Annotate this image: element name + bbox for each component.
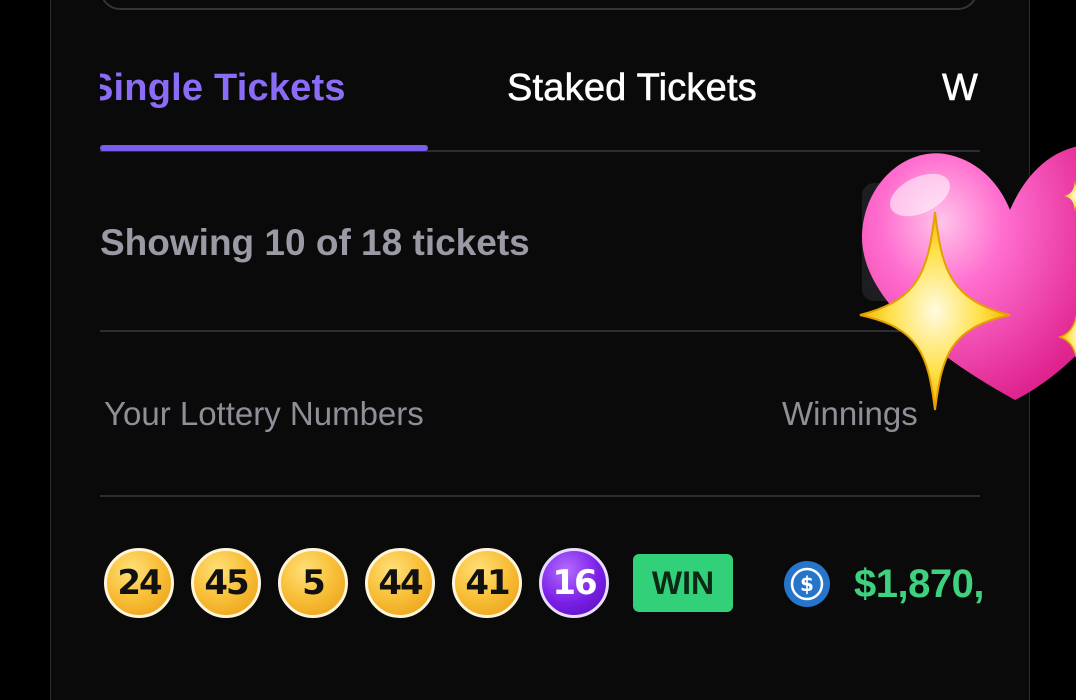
power-ball: 16 [539,548,609,618]
divider [100,495,980,497]
divider [100,330,980,332]
active-tab-indicator [100,145,428,151]
filter-button[interactable] [862,183,992,301]
lottery-ball: 5 [278,548,348,618]
top-input-field[interactable] [100,0,978,10]
lottery-ball: 24 [104,548,174,618]
ticket-row[interactable]: 24 45 5 44 41 16 WIN $ $1,870, [100,546,1000,622]
column-header-winnings: Winnings [782,395,918,432]
usdc-coin-icon: $ [784,561,830,607]
column-header-numbers: Your Lottery Numbers [104,395,424,432]
tab-winnings-partial[interactable]: W [942,64,978,112]
winnings-amount: $1,870, [854,562,984,606]
ticket-tabs: Single Tickets Staked Tickets W [100,60,980,152]
lottery-ball: 41 [452,548,522,618]
tickets-count-text: Showing 10 of 18 tickets [100,222,530,263]
svg-text:$: $ [800,572,814,596]
tab-single-tickets[interactable]: Single Tickets [100,64,346,112]
win-status-badge: WIN [633,554,733,612]
lottery-ball: 44 [365,548,435,618]
tab-staked-tickets[interactable]: Staked Tickets [507,64,757,112]
lottery-ball: 45 [191,548,261,618]
